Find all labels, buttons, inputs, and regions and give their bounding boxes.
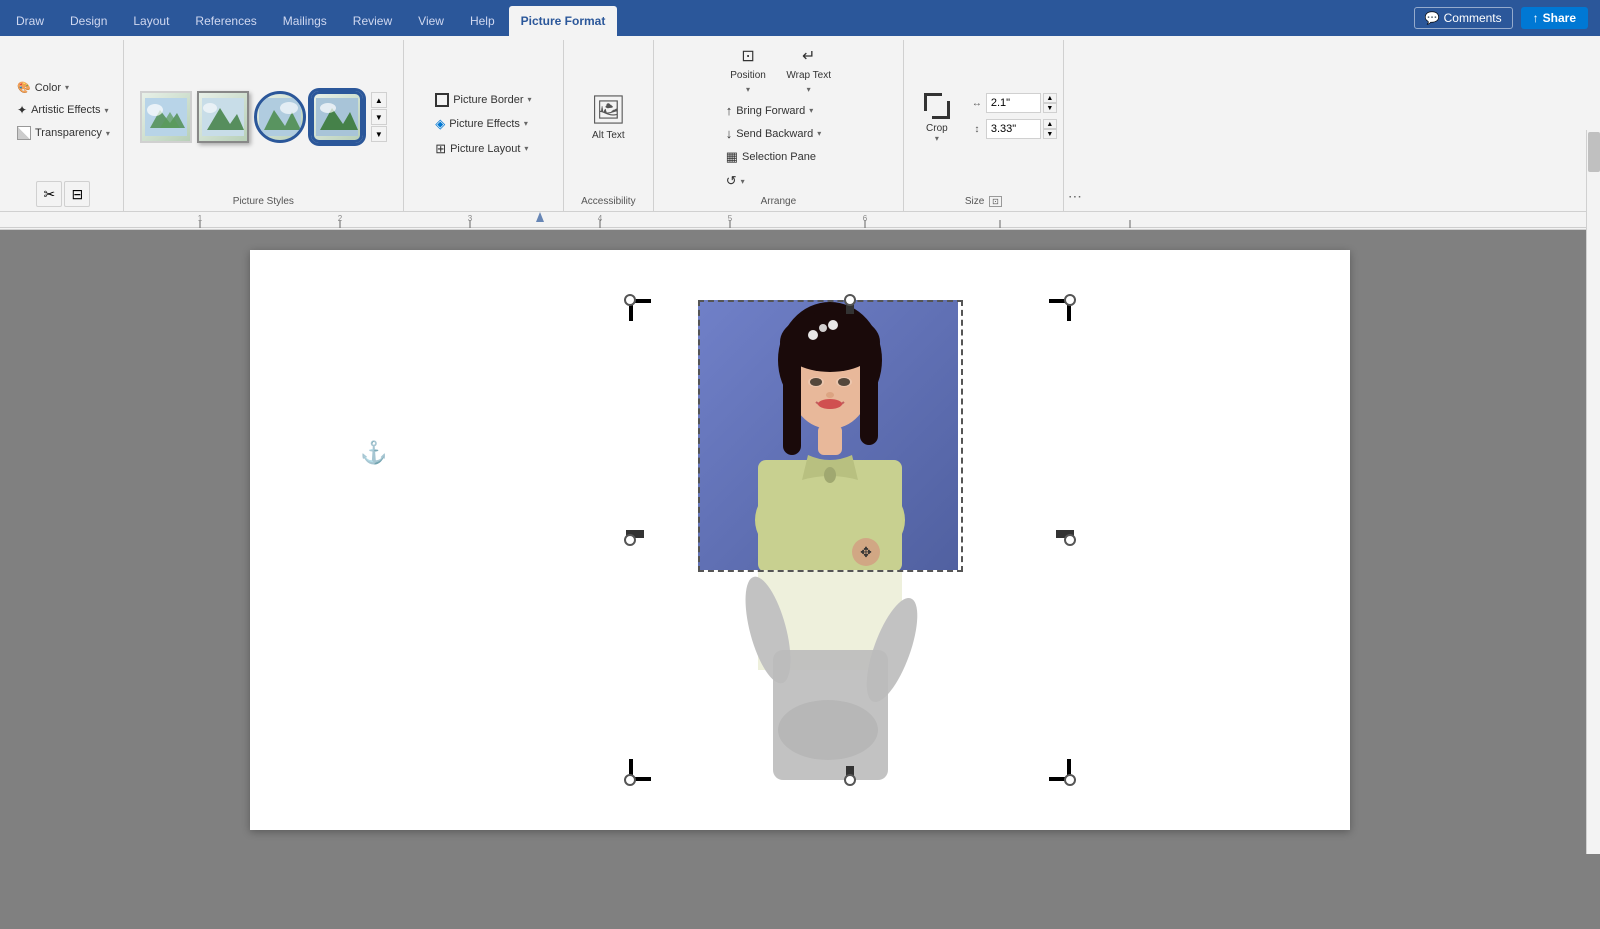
picture-effects-icon: ◈ bbox=[435, 116, 445, 132]
sel-handle-tl[interactable] bbox=[624, 294, 636, 306]
move-cursor[interactable]: ✥ bbox=[852, 538, 880, 566]
styles-scroll-up[interactable]: ▲ bbox=[371, 92, 387, 108]
accessibility-label: Accessibility bbox=[581, 192, 635, 207]
width-icon: ↔ bbox=[970, 98, 984, 109]
position-icon: ⊡ bbox=[741, 46, 754, 66]
transparency-button[interactable]: Transparency ▾ bbox=[10, 123, 117, 143]
tab-mailings[interactable]: Mailings bbox=[271, 6, 339, 36]
color-button[interactable]: 🎨 Color ▾ bbox=[10, 78, 117, 97]
v-scrollbar-thumb[interactable] bbox=[1588, 132, 1600, 172]
crop-dropdown: ▾ bbox=[935, 134, 939, 143]
svg-text:2: 2 bbox=[338, 214, 343, 223]
picture-effects-button[interactable]: ◈ Picture Effects ▾ bbox=[428, 113, 538, 135]
crop-label: Crop bbox=[926, 123, 948, 134]
document-page: ⚓ bbox=[250, 250, 1350, 830]
svg-text:1: 1 bbox=[198, 214, 203, 223]
tab-draw[interactable]: Draw bbox=[4, 6, 56, 36]
picture-style-2[interactable] bbox=[197, 91, 249, 143]
height-increment[interactable]: ▲ bbox=[1043, 119, 1057, 129]
sel-handle-mr[interactable] bbox=[1064, 534, 1076, 546]
color-dropdown-arrow: ▾ bbox=[65, 83, 69, 92]
selection-pane-button[interactable]: ▦ Selection Pane bbox=[719, 146, 838, 168]
tab-picture-format[interactable]: Picture Format bbox=[509, 6, 618, 36]
picture-styles-label: Picture Styles bbox=[233, 192, 294, 207]
photo-ghost bbox=[698, 570, 958, 780]
tab-layout[interactable]: Layout bbox=[121, 6, 181, 36]
artistic-icon: ✦ bbox=[17, 103, 27, 117]
sel-handle-tc[interactable] bbox=[844, 294, 856, 306]
picture-effects-arrow: ▾ bbox=[524, 119, 528, 128]
share-icon: ↑ bbox=[1533, 11, 1539, 25]
alt-text-label: Alt Text bbox=[592, 130, 625, 141]
ribbon-expand-arrow[interactable]: ⋯ bbox=[1068, 188, 1082, 205]
photo-visible bbox=[698, 300, 958, 570]
width-decrement[interactable]: ▼ bbox=[1043, 103, 1057, 113]
remove-bg-button[interactable]: ✂ bbox=[36, 181, 62, 207]
crop-button[interactable]: Crop ▾ bbox=[910, 86, 964, 148]
size-group-label: Size ⊡ bbox=[965, 192, 1002, 207]
width-input[interactable] bbox=[986, 93, 1041, 113]
tab-references[interactable]: References bbox=[183, 6, 268, 36]
alt-text-icon: 🖼 bbox=[591, 93, 627, 126]
share-button[interactable]: ↑ Share bbox=[1521, 7, 1588, 29]
styles-scroll-more[interactable]: ▼ bbox=[371, 126, 387, 142]
picture-style-4[interactable] bbox=[311, 91, 363, 143]
artistic-effects-button[interactable]: ✦ Artistic Effects ▾ bbox=[10, 100, 117, 120]
size-dialog-launcher[interactable]: ⊡ bbox=[989, 196, 1002, 207]
styles-scroll-down[interactable]: ▼ bbox=[371, 109, 387, 125]
svg-text:6: 6 bbox=[863, 214, 868, 223]
picture-layout-arrow: ▾ bbox=[524, 144, 528, 153]
svg-text:3: 3 bbox=[468, 214, 473, 223]
picture-border-arrow: ▾ bbox=[528, 95, 532, 104]
compress-button[interactable]: ⊟ bbox=[64, 181, 90, 207]
color-icon: 🎨 bbox=[17, 81, 31, 94]
tab-review[interactable]: Review bbox=[341, 6, 404, 36]
tab-view[interactable]: View bbox=[406, 6, 456, 36]
wrap-text-icon: ↵ bbox=[802, 46, 815, 66]
transparency-icon bbox=[17, 126, 31, 140]
image-container[interactable]: ✥ bbox=[630, 300, 1070, 780]
sel-handle-ml[interactable] bbox=[624, 534, 636, 546]
height-input[interactable] bbox=[986, 119, 1041, 139]
height-icon: ↕ bbox=[970, 124, 984, 135]
arrange-group-label: Arrange bbox=[761, 192, 797, 207]
height-input-row: ↕ ▲ ▼ bbox=[970, 119, 1057, 139]
picture-style-1[interactable] bbox=[140, 91, 192, 143]
svg-text:5: 5 bbox=[728, 214, 733, 223]
selection-pane-icon: ▦ bbox=[726, 149, 738, 165]
sel-handle-bc[interactable] bbox=[844, 774, 856, 786]
artistic-dropdown-arrow: ▾ bbox=[105, 106, 109, 115]
canvas-area: ⚓ bbox=[0, 230, 1600, 929]
ruler: 1 2 3 4 5 6 bbox=[0, 212, 1600, 230]
picture-layout-button[interactable]: ⊞ Picture Layout ▾ bbox=[428, 138, 538, 160]
anchor-icon: ⚓ bbox=[360, 440, 387, 466]
picture-layout-icon: ⊞ bbox=[435, 141, 446, 157]
tab-help[interactable]: Help bbox=[458, 6, 507, 36]
rotate-button[interactable]: ↺ ▾ bbox=[719, 170, 778, 192]
picture-style-3[interactable] bbox=[254, 91, 306, 143]
send-backward-icon: ↓ bbox=[726, 126, 733, 141]
svg-text:4: 4 bbox=[598, 214, 603, 223]
send-backward-button[interactable]: ↓ Send Backward ▾ bbox=[719, 123, 838, 144]
transparency-dropdown-arrow: ▾ bbox=[106, 129, 110, 138]
wrap-text-button[interactable]: ↵ Wrap Text ▾ bbox=[779, 42, 838, 98]
width-increment[interactable]: ▲ bbox=[1043, 93, 1057, 103]
tab-design[interactable]: Design bbox=[58, 6, 119, 36]
position-button[interactable]: ⊡ Position ▾ bbox=[719, 42, 778, 98]
sel-handle-tr[interactable] bbox=[1064, 294, 1076, 306]
picture-border-button[interactable]: Picture Border ▾ bbox=[428, 90, 538, 110]
comments-icon: 💬 bbox=[1425, 11, 1440, 25]
bring-forward-icon: ↑ bbox=[726, 103, 733, 118]
sel-handle-bl[interactable] bbox=[624, 774, 636, 786]
bring-forward-button[interactable]: ↑ Bring Forward ▾ bbox=[719, 100, 838, 121]
width-input-row: ↔ ▲ ▼ bbox=[970, 93, 1057, 113]
sel-handle-br[interactable] bbox=[1064, 774, 1076, 786]
rotate-icon: ↺ bbox=[726, 173, 737, 189]
height-decrement[interactable]: ▼ bbox=[1043, 129, 1057, 139]
v-scrollbar[interactable] bbox=[1586, 130, 1600, 854]
picture-border-icon bbox=[435, 93, 449, 107]
comments-button[interactable]: 💬 Comments bbox=[1414, 7, 1513, 29]
